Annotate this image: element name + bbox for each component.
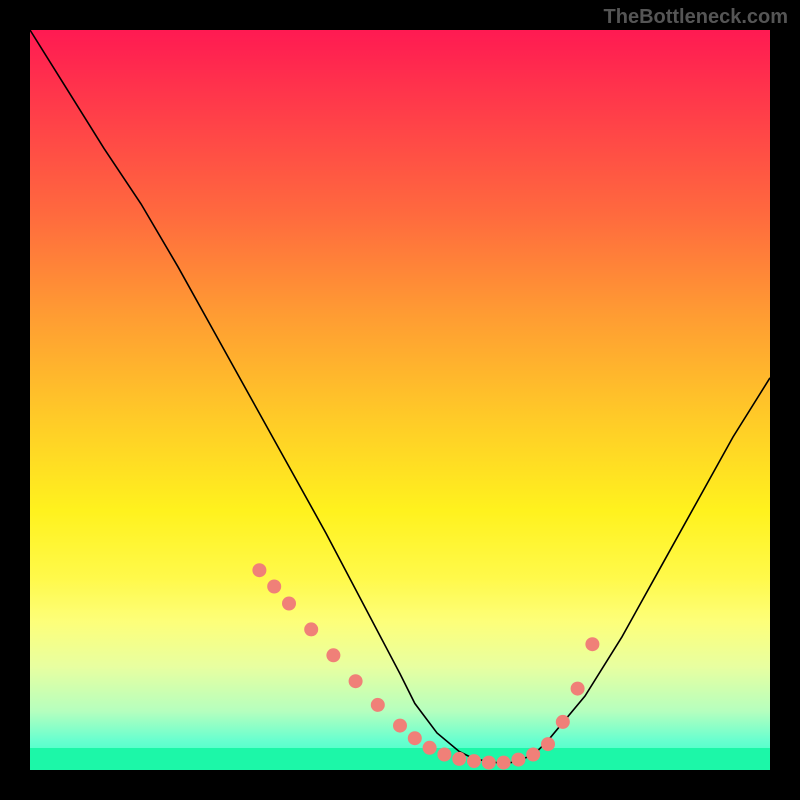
chart-plot-area	[30, 30, 770, 770]
marker-dot	[497, 756, 511, 770]
marker-dot	[423, 741, 437, 755]
marker-dot	[511, 753, 525, 767]
marker-dot	[371, 698, 385, 712]
marker-dot	[349, 674, 363, 688]
marker-dot	[541, 737, 555, 751]
marker-dot	[467, 754, 481, 768]
marker-dot	[408, 731, 422, 745]
marker-dot	[437, 748, 451, 762]
marker-dot	[526, 748, 540, 762]
bottleneck-curve	[30, 30, 770, 763]
marker-dot	[267, 580, 281, 594]
marker-dots-group	[252, 563, 599, 769]
marker-dot	[393, 719, 407, 733]
marker-dot	[304, 622, 318, 636]
marker-dot	[585, 637, 599, 651]
marker-dot	[482, 756, 496, 770]
marker-dot	[252, 563, 266, 577]
attribution-watermark: TheBottleneck.com	[604, 6, 788, 29]
marker-dot	[452, 752, 466, 766]
chart-svg	[30, 30, 770, 770]
marker-dot	[282, 597, 296, 611]
marker-dot	[556, 715, 570, 729]
marker-dot	[326, 648, 340, 662]
marker-dot	[571, 682, 585, 696]
